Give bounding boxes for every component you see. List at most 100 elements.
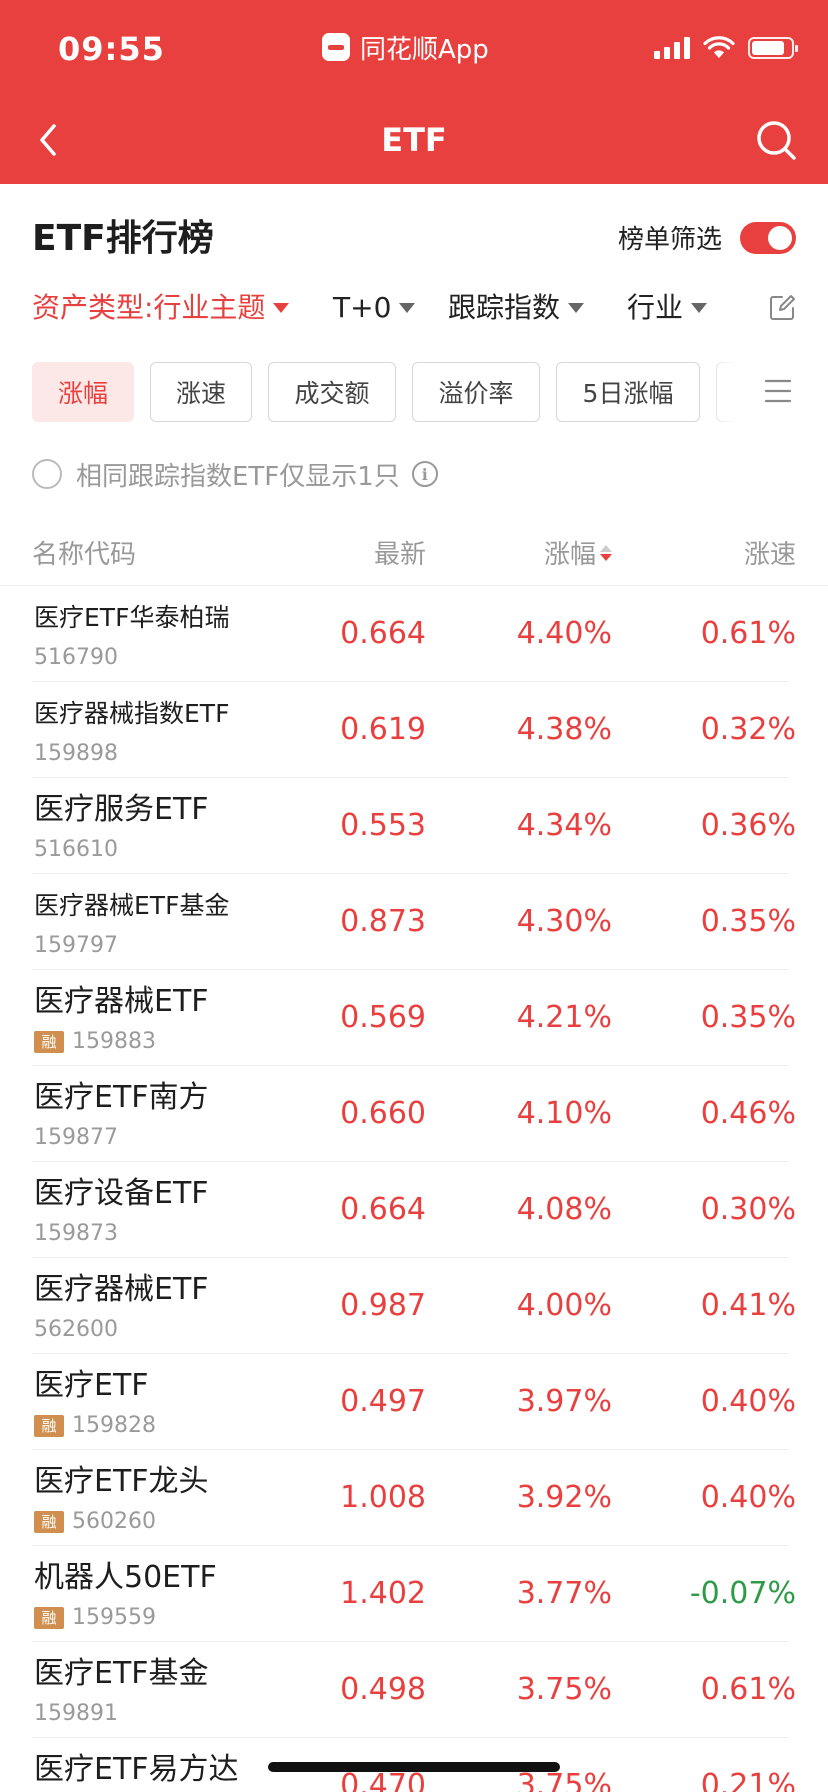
etf-list: 医疗ETF华泰柏瑞 516790 0.664 4.40% 0.61% 医疗器械指数ETF 1… <box>0 586 828 1792</box>
home-indicator <box>268 1762 560 1772</box>
etf-code-line: 516610 <box>34 836 118 864</box>
table-row[interactable]: 医疗ETF南方 159877 0.660 4.10% 0.46% <box>0 1066 828 1162</box>
dropdown-industry[interactable]: 行业 <box>627 288 708 328</box>
filter-toggle[interactable] <box>740 222 796 254</box>
etf-latest-price: 0.553 <box>340 808 426 843</box>
margin-badge: 融 <box>34 1607 64 1629</box>
dropdown-t0[interactable]: T+0 <box>333 288 416 328</box>
table-row[interactable]: 医疗ETF华泰柏瑞 516790 0.664 4.40% 0.61% <box>0 586 828 682</box>
edit-icon[interactable] <box>768 294 796 322</box>
dedupe-label: 相同跟踪指数ETF仅显示1只 <box>76 461 400 492</box>
menu-icon[interactable] <box>764 378 792 404</box>
etf-name: 医疗设备ETF <box>34 1176 209 1211</box>
etf-latest-price: 0.660 <box>340 1096 426 1131</box>
table-row[interactable]: 医疗器械ETF 融 159883 0.569 4.21% 0.35% <box>0 970 828 1066</box>
etf-name: 医疗器械指数ETF <box>34 699 230 728</box>
table-row[interactable]: 医疗ETF龙头融 560260 1.008 3.92% 0.40% <box>0 1450 828 1546</box>
header-speed[interactable]: 涨速 <box>744 534 796 571</box>
etf-speed-pct: 0.32% <box>700 712 796 747</box>
margin-badge: 融 <box>34 1511 64 1533</box>
etf-code: 562600 <box>34 1317 118 1342</box>
etf-code: 516790 <box>34 645 118 670</box>
wifi-icon <box>703 36 735 58</box>
header-change-label: 涨幅 <box>543 540 596 570</box>
table-row[interactable]: 医疗器械ETF 562600 0.987 4.00% 0.41% <box>0 1258 828 1354</box>
margin-badge: 融 <box>34 1415 64 1437</box>
etf-change-pct: 4.21% <box>516 1000 612 1035</box>
etf-speed-pct: 0.30% <box>700 1192 796 1227</box>
top-bar: 09:55 同花顺App ETF <box>0 0 828 184</box>
etf-code: 159898 <box>34 741 118 766</box>
table-row[interactable]: 医疗ETF 融 159828 0.497 3.97% 0.40% <box>0 1354 828 1450</box>
etf-speed-pct: 0.61% <box>700 616 796 651</box>
etf-name: 医疗ETF龙头 <box>34 1464 209 1499</box>
toggle-knob <box>768 226 792 250</box>
etf-code-line: 159797 <box>34 932 118 960</box>
dedupe-radio[interactable] <box>32 459 62 489</box>
header-change[interactable]: 涨幅 <box>544 534 612 571</box>
etf-change-pct: 3.97% <box>516 1384 612 1419</box>
etf-change-pct: 4.38% <box>516 712 612 747</box>
etf-speed-pct: 0.21% <box>700 1768 796 1792</box>
etf-code-line: 562600 <box>34 1316 118 1344</box>
etf-code-line: 融 159828 <box>34 1412 156 1440</box>
status-app-name: 同花顺App <box>360 34 489 65</box>
etf-code-line: 159873 <box>34 1220 118 1248</box>
chip-5day-change[interactable]: 5日涨幅 <box>556 362 700 422</box>
etf-code-line: 159877 <box>34 1124 118 1152</box>
dedupe-option[interactable]: 相同跟踪指数ETF仅显示1只 i <box>32 456 438 492</box>
chip-turnover[interactable]: 成交额 <box>268 362 396 422</box>
table-row[interactable]: 医疗ETF基金 159891 0.498 3.75% 0.61% <box>0 1642 828 1738</box>
etf-speed-pct: 0.35% <box>700 904 796 939</box>
signal-icon <box>654 37 690 59</box>
chip-change[interactable]: 涨幅 <box>32 362 134 422</box>
etf-name: 医疗服务ETF <box>34 792 209 827</box>
etf-change-pct: 4.10% <box>516 1096 612 1131</box>
dropdown-asset-type[interactable]: 资产类型:行业主题 <box>32 288 290 328</box>
filter-dropdowns: 资产类型:行业主题 T+0 跟踪指数 行业 <box>32 288 796 328</box>
chip-speed[interactable]: 涨速 <box>150 362 252 422</box>
table-row[interactable]: 机器人50ETF 融 159559 1.402 3.77% -0.07% <box>0 1546 828 1642</box>
etf-speed-pct: 0.46% <box>700 1096 796 1131</box>
etf-speed-pct: -0.07% <box>689 1576 796 1611</box>
etf-speed-pct: 0.36% <box>700 808 796 843</box>
table-row[interactable]: 医疗器械指数ETF 159898 0.619 4.38% 0.32% <box>0 682 828 778</box>
table-row[interactable]: 医疗器械ETF基金 159797 0.873 4.30% 0.35% <box>0 874 828 970</box>
header-latest[interactable]: 最新 <box>374 534 426 571</box>
dropdown-label: 资产类型:行业主题 <box>32 291 266 324</box>
etf-latest-price: 0.619 <box>340 712 426 747</box>
etf-latest-price: 0.873 <box>340 904 426 939</box>
table-row[interactable]: 医疗服务ETF 516610 0.553 4.34% 0.36% <box>0 778 828 874</box>
etf-change-pct: 3.77% <box>516 1576 612 1611</box>
etf-latest-price: 1.402 <box>340 1576 426 1611</box>
etf-change-pct: 4.30% <box>516 904 612 939</box>
sort-desc-icon <box>600 544 612 561</box>
etf-code: 159873 <box>34 1221 118 1246</box>
dropdown-label: 跟踪指数 <box>448 291 561 324</box>
etf-latest-price: 0.664 <box>340 616 426 651</box>
dropdown-tracking-index[interactable]: 跟踪指数 <box>448 288 585 328</box>
dropdown-label: 行业 <box>627 291 684 324</box>
chip-premium-rate[interactable]: 溢价率 <box>412 362 540 422</box>
etf-name: 医疗ETF华泰柏瑞 <box>34 603 230 632</box>
etf-code-line: 融 560260 <box>34 1508 156 1536</box>
etf-code: 159883 <box>72 1029 156 1054</box>
caret-down-icon <box>399 303 416 313</box>
etf-code: 159877 <box>34 1125 118 1150</box>
info-icon[interactable]: i <box>411 461 438 487</box>
table-row[interactable]: 医疗设备ETF 159873 0.664 4.08% 0.30% <box>0 1162 828 1258</box>
etf-code-line: 融 159883 <box>34 1028 156 1056</box>
etf-code: 159559 <box>72 1605 156 1630</box>
etf-name: 医疗ETF南方 <box>34 1080 209 1115</box>
status-app-indicator[interactable]: 同花顺App <box>322 30 489 65</box>
caret-down-icon <box>691 303 708 313</box>
filter-toggle-label: 榜单筛选 <box>617 225 722 255</box>
caret-down-icon <box>273 303 290 313</box>
etf-speed-pct: 0.40% <box>700 1480 796 1515</box>
search-icon[interactable] <box>754 118 798 162</box>
battery-level <box>752 41 785 55</box>
etf-code: 516610 <box>34 837 118 862</box>
etf-code-line: 159891 <box>34 1700 118 1728</box>
status-time: 09:55 <box>58 30 165 68</box>
etf-change-pct: 4.40% <box>516 616 612 651</box>
